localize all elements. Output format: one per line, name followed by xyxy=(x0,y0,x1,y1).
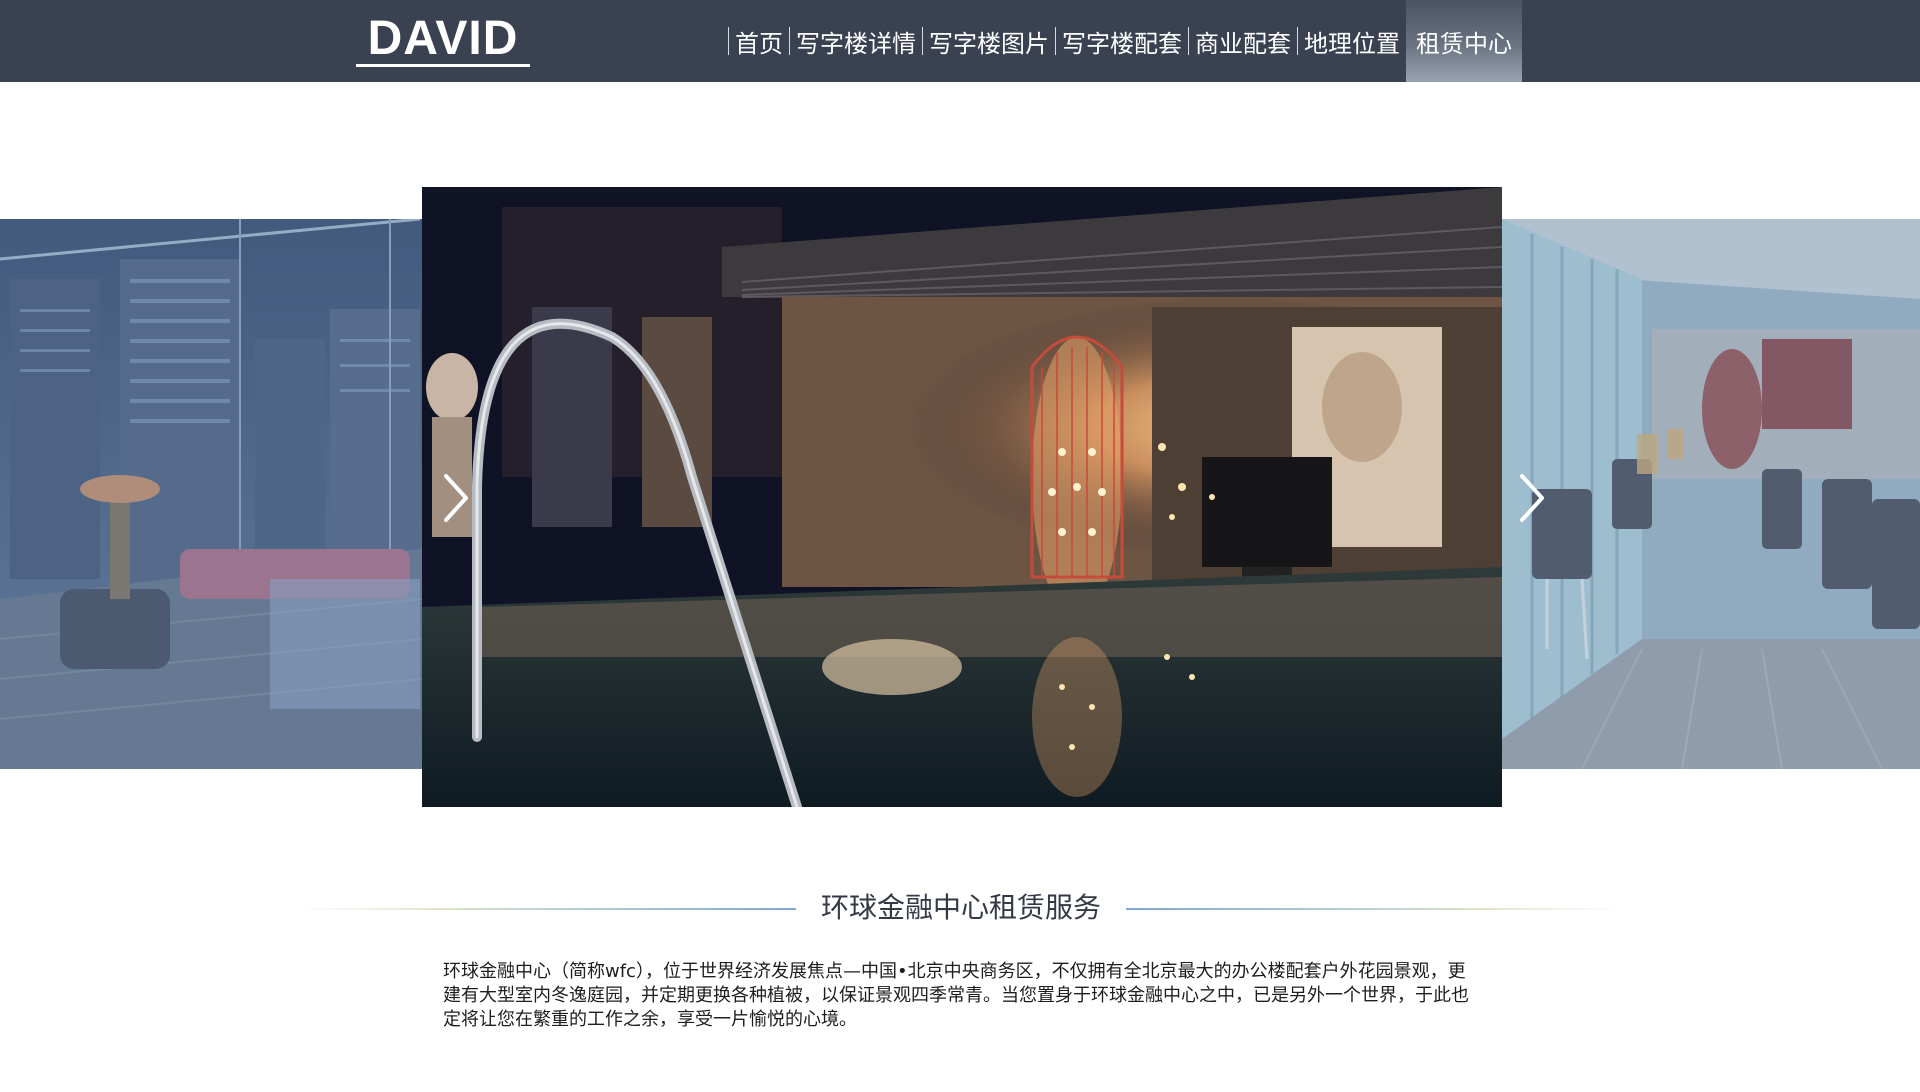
nav-item-office-photos[interactable]: 写字楼图片 xyxy=(923,0,1055,82)
restaurant-image xyxy=(1502,219,1920,769)
chevron-left-icon xyxy=(444,474,468,522)
top-navigation-bar: DAVID 首页 写字楼详情 写字楼图片 写字楼配套 商业配套 地理位置 租赁中… xyxy=(0,0,1920,82)
title-divider-left xyxy=(300,908,796,910)
nav-item-leasing-center[interactable]: 租赁中心 xyxy=(1406,0,1522,82)
logo-underline xyxy=(356,64,530,67)
nav-item-location[interactable]: 地理位置 xyxy=(1298,0,1406,82)
image-carousel xyxy=(0,187,1920,809)
section-description: 环球金融中心（简称wfc），位于世界经济发展焦点—中国•北京中央商务区，不仅拥有… xyxy=(443,961,1469,1030)
main-nav: 首页 写字楼详情 写字楼图片 写字楼配套 商业配套 地理位置 租赁中心 xyxy=(728,0,1522,82)
nav-item-commercial-facilities[interactable]: 商业配套 xyxy=(1189,0,1297,82)
nav-item-office-details[interactable]: 写字楼详情 xyxy=(790,0,922,82)
birdcage-chandelier xyxy=(1030,335,1124,617)
carousel-next-button[interactable] xyxy=(1512,470,1552,526)
nav-item-office-facilities[interactable]: 写字楼配套 xyxy=(1056,0,1188,82)
pool-lounge-image xyxy=(422,187,1502,807)
rooftop-lounge-image xyxy=(0,219,422,769)
carousel-slide-current[interactable] xyxy=(422,187,1502,807)
title-divider-right xyxy=(1126,908,1620,910)
carousel-prev-button[interactable] xyxy=(436,470,476,526)
carousel-slide-next[interactable] xyxy=(1502,219,1920,769)
section-header: 环球金融中心租赁服务 xyxy=(300,888,1620,928)
nav-item-home[interactable]: 首页 xyxy=(729,0,789,82)
chevron-right-icon xyxy=(1520,474,1544,522)
carousel-slide-previous[interactable] xyxy=(0,219,422,769)
section-title: 环球金融中心租赁服务 xyxy=(820,891,1101,924)
site-logo[interactable]: DAVID xyxy=(356,10,530,68)
